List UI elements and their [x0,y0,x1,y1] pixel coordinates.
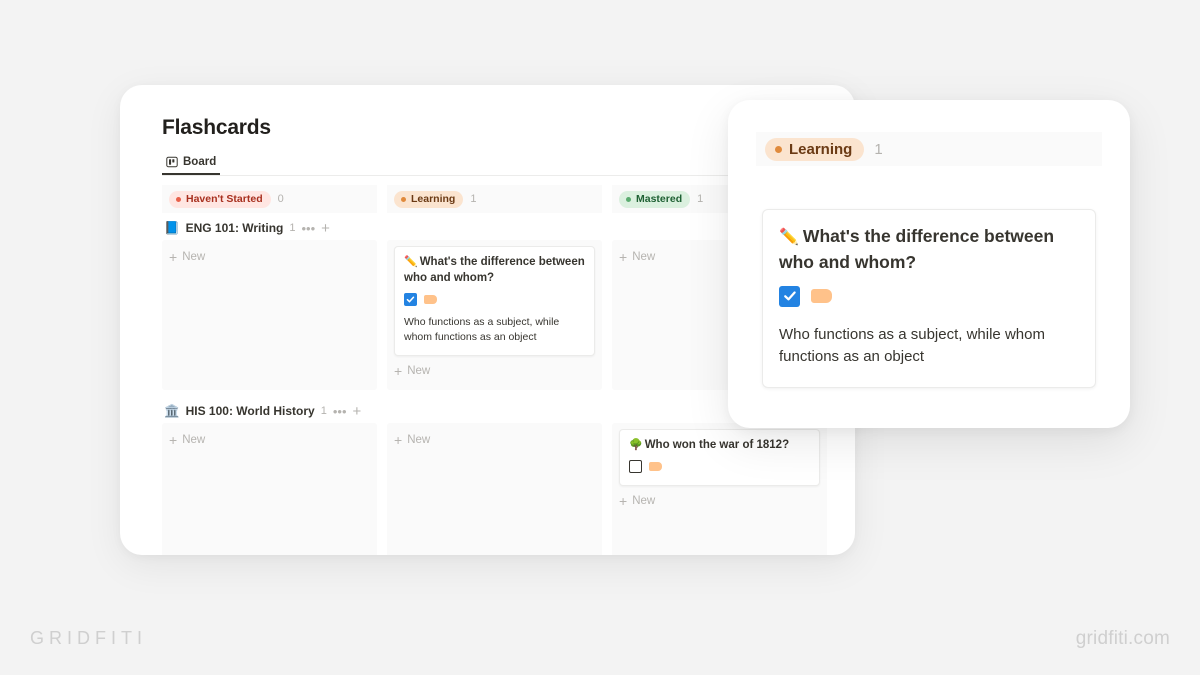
new-card-button[interactable]: + New [619,490,820,512]
status-label: Learning [411,193,456,205]
plus-icon: + [169,432,178,449]
card-body: Who functions as a subject, while whom f… [404,315,560,343]
tag-icon [424,294,437,304]
tag-icon [649,462,662,472]
more-options-icon[interactable]: ••• [302,222,316,235]
column-learning-eng101: ✏️ What's the difference between who and … [387,240,602,391]
status-column-header-learning[interactable]: Learning 1 [387,185,602,213]
status-dot-icon [176,196,181,202]
card-checkbox[interactable] [629,460,642,474]
status-badge-havent-started: Haven't Started [169,190,271,208]
classical-building-icon: 🏛️ [164,403,180,418]
peek-status-count: 1 [874,140,883,158]
tab-board-label: Board [183,155,217,168]
card-title: ✏️ What's the difference between who and … [404,255,585,287]
status-badge-learning: Learning [394,190,464,208]
plus-icon: + [394,432,403,449]
column-mastered-his100: 🌳 Who won the war of 1812? + New [612,423,827,555]
new-card-label: New [182,251,206,263]
status-count: 1 [697,193,704,205]
tag-icon [811,289,832,304]
tree-icon: 🌳 [629,439,643,452]
group-columns: + New + New 🌳 Who won the war of 1812? +… [162,423,855,555]
add-card-icon[interactable]: + [321,221,330,236]
group-name: HIS 100: World History [185,404,315,419]
peek-status-badge-learning: Learning [765,137,865,161]
new-card-button[interactable]: + New [169,246,370,268]
watermark-gridfiti: GRIDFITI [30,628,147,648]
peek-card-who-whom[interactable]: ✏️ What's the difference between who and … [762,209,1096,388]
status-column-header-havent-started[interactable]: Haven't Started 0 [162,185,377,213]
new-card-label: New [632,251,656,263]
card-title-text: What's the difference between who and wh… [404,256,585,284]
watermark-gridfiti-url: gridfiti.com [1075,628,1170,649]
new-card-label: New [407,365,431,378]
plus-icon: + [619,249,628,265]
peek-card-properties [779,285,1079,307]
status-badge-mastered: Mastered [619,190,691,208]
peek-card-title: ✏️ What's the difference between who and … [779,224,1079,275]
peek-status-label: Learning [789,140,853,158]
column-havent-started-his100: + New [162,423,377,555]
group-count: 1 [320,405,327,418]
card-checkbox[interactable] [404,292,417,306]
status-label: Haven't Started [186,193,263,205]
add-card-icon[interactable]: + [353,404,362,419]
status-dot-icon [626,196,631,202]
status-dot-icon [775,145,782,153]
peek-status-header[interactable]: Learning 1 [756,132,1102,166]
board-view-icon [166,156,178,168]
peek-panel: Learning 1 ✏️ What's the difference betwe… [728,100,1130,428]
card-properties [629,460,810,474]
card-title: 🌳 Who won the war of 1812? [629,438,810,454]
column-havent-started-eng101: + New [162,240,377,391]
new-card-button[interactable]: + New [394,429,595,451]
more-options-icon[interactable]: ••• [333,405,347,418]
tab-board[interactable]: Board [162,150,221,175]
page-title: Flashcards [162,116,271,139]
new-card-label: New [632,495,656,508]
status-count: 1 [470,193,477,205]
column-learning-his100: + New [387,423,602,555]
new-card-button[interactable]: + New [169,429,370,451]
peek-card-body: Who functions as a subject, while whom f… [779,325,1045,366]
peek-card-title-text: What's the difference between who and wh… [779,226,1055,272]
pencil-icon: ✏️ [779,229,799,246]
new-card-button[interactable]: + New [394,360,595,382]
new-card-label: New [407,434,431,447]
plus-icon: + [619,493,628,510]
peek-card-checkbox[interactable] [779,285,800,307]
card-war-of-1812[interactable]: 🌳 Who won the war of 1812? [619,429,820,487]
group-count: 1 [289,222,296,234]
plus-icon: + [394,363,403,380]
card-properties [404,292,585,306]
pencil-icon: ✏️ [404,256,418,268]
group-name: ENG 101: Writing [185,221,284,235]
status-count: 0 [277,193,284,205]
new-card-label: New [182,434,206,447]
card-title-text: Who won the war of 1812? [644,439,790,452]
card-who-whom[interactable]: ✏️ What's the difference between who and … [394,246,595,357]
book-icon: 📘 [164,220,180,235]
plus-icon: + [169,249,178,265]
status-label: Mastered [636,193,683,205]
status-dot-icon [401,196,406,202]
